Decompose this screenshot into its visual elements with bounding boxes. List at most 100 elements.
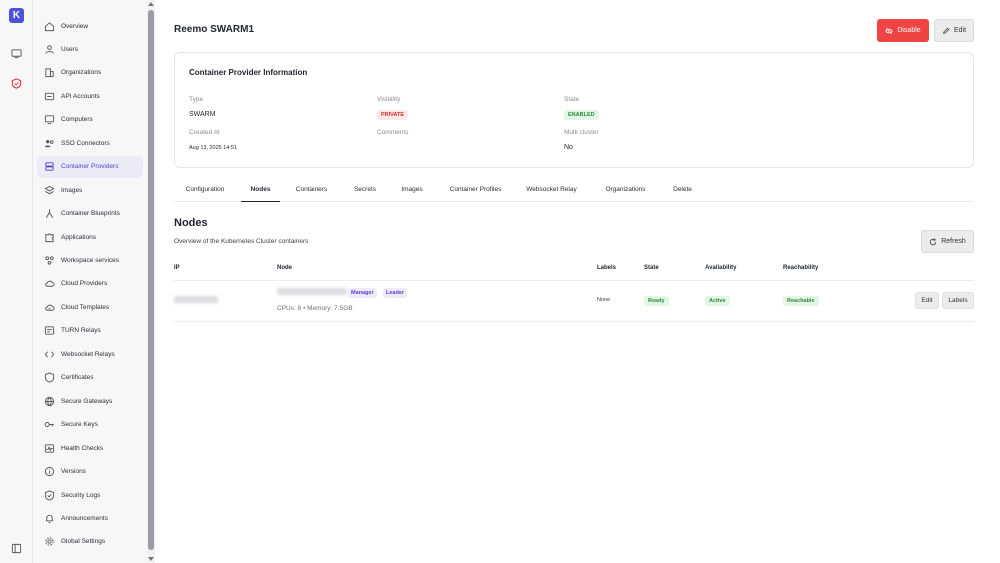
page-title: Reemo SWARM1 xyxy=(174,24,255,35)
nodes-title: Nodes xyxy=(174,217,208,229)
sidebar-item-overview[interactable]: Overview xyxy=(37,15,143,37)
disable-button[interactable]: Disable xyxy=(877,19,929,42)
eye-off-icon xyxy=(885,27,893,34)
sidebar-item-label: Organizations xyxy=(61,69,102,77)
cloud-icon xyxy=(44,278,55,289)
multicluster-value: No xyxy=(564,144,573,151)
scroll-down-icon[interactable] xyxy=(148,557,154,561)
sidebar-item-label: Health Checks xyxy=(61,444,104,452)
home-icon xyxy=(44,21,55,32)
sidebar-item-label: Versions xyxy=(61,468,86,476)
tab-organizations[interactable]: Organizations xyxy=(592,177,659,202)
tab-delete[interactable]: Delete xyxy=(664,177,701,202)
sidebar-scrollbar[interactable] xyxy=(147,0,155,563)
sidebar-item-organizations[interactable]: Organizations xyxy=(37,62,143,84)
row-edit-button[interactable]: Edit xyxy=(915,292,939,309)
disable-label: Disable xyxy=(897,27,921,34)
sidebar-item-container-blueprints[interactable]: Container Blueprints xyxy=(37,203,143,225)
puzzle-icon xyxy=(44,232,55,243)
sidebar-item-security-logs[interactable]: Security Logs xyxy=(37,484,143,506)
reachability-pill: Reachable xyxy=(783,296,819,306)
refresh-button[interactable]: Refresh xyxy=(921,230,974,253)
tab-websocket-relay[interactable]: Websocket Relay xyxy=(517,177,586,202)
sidebar-item-label: TURN Relays xyxy=(61,327,101,335)
type-value: SWARM xyxy=(189,111,216,118)
scrollbar-thumb[interactable] xyxy=(148,10,154,550)
sidebar-item-label: Certificates xyxy=(61,374,94,382)
sidebar-item-label: SSO Connectors xyxy=(61,139,110,147)
edit-button[interactable]: Edit xyxy=(934,19,974,42)
sidebar-item-versions[interactable]: Versions xyxy=(37,461,143,483)
col-ip: IP xyxy=(174,265,180,271)
tab-configuration[interactable]: Configuration xyxy=(174,177,236,202)
sidebar-item-label: Computers xyxy=(61,116,93,124)
services-icon xyxy=(44,255,55,266)
header-divider xyxy=(174,280,974,281)
refresh-icon xyxy=(930,238,937,245)
leader-tag: Leader xyxy=(383,288,408,298)
tab-nodes[interactable]: Nodes xyxy=(241,177,280,202)
state-badge: ENABLED xyxy=(564,110,599,120)
monitor-rail-icon[interactable] xyxy=(8,45,25,62)
blueprint-icon xyxy=(44,208,55,219)
sidebar: Overview Users Organizations API Accounts Co… xyxy=(33,0,148,563)
sidebar-item-label: Container Blueprints xyxy=(61,210,120,218)
tab-container-profiles[interactable]: Container Profiles xyxy=(439,177,512,202)
sidebar-item-label: Workspace services xyxy=(61,257,120,264)
visibility-label: Visibility xyxy=(377,96,401,103)
app-logo[interactable]: K xyxy=(9,8,24,23)
sidebar-item-websocket-relays[interactable]: Websocket Relays xyxy=(37,343,143,365)
multicluster-label: Multi cluster xyxy=(564,129,599,136)
sidebar-item-secure-gateways[interactable]: Secure Gateways xyxy=(37,390,143,412)
bell-icon xyxy=(44,513,55,524)
key-icon xyxy=(44,419,55,430)
sidebar-item-cloud-templates[interactable]: Cloud Templates xyxy=(37,296,143,318)
monitor-icon xyxy=(44,114,55,125)
state-label: State xyxy=(564,96,580,103)
sidebar-item-label: Users xyxy=(61,45,78,53)
ip-redacted xyxy=(174,296,218,303)
tab-images[interactable]: Images xyxy=(390,177,434,202)
sidebar-item-sso-connectors[interactable]: SSO Connectors xyxy=(37,132,143,154)
sidebar-item-workspace-services[interactable]: Workspace services xyxy=(37,250,143,272)
sidebar-item-health-checks[interactable]: Health Checks xyxy=(37,437,143,459)
app-rail: K xyxy=(0,0,33,563)
sidebar-item-container-providers[interactable]: Container Providers xyxy=(37,155,143,178)
cloud-template-icon xyxy=(44,302,55,313)
sidebar-item-turn-relays[interactable]: TURN Relays xyxy=(37,320,143,342)
col-labels: Labels xyxy=(597,265,617,271)
sidebar-item-label: Secure Keys xyxy=(61,421,98,429)
row-divider xyxy=(174,321,974,322)
nodes-subtitle: Overview of the Kubernetes Cluster conta… xyxy=(174,238,309,245)
sidebar-item-label: Cloud Templates xyxy=(61,303,110,311)
admin-shield-rail-icon[interactable] xyxy=(8,75,25,92)
shield-icon xyxy=(44,489,55,501)
sidebar-item-cloud-providers[interactable]: Cloud Providers xyxy=(37,273,143,295)
tab-bar: Configuration Nodes Containers Secrets I… xyxy=(174,177,974,202)
comments-label: Comments xyxy=(377,129,409,136)
tab-secrets[interactable]: Secrets xyxy=(344,177,386,202)
sidebar-item-secure-keys[interactable]: Secure Keys xyxy=(37,414,143,436)
card-title: Container Provider Information xyxy=(189,68,308,77)
row-labels-button[interactable]: Labels xyxy=(942,292,974,309)
sidebar-item-label: Applications xyxy=(61,233,97,241)
availability-pill: Active xyxy=(705,296,730,306)
created-label: Created At xyxy=(189,129,220,136)
sidebar-item-label: Images xyxy=(61,186,83,194)
sidebar-item-global-settings[interactable]: Global Settings xyxy=(37,531,143,553)
sidebar-item-certificates[interactable]: Certificates xyxy=(37,367,143,389)
collapse-sidebar-icon[interactable] xyxy=(8,540,25,557)
health-icon xyxy=(44,443,55,454)
sidebar-item-images[interactable]: Images xyxy=(37,179,143,201)
sidebar-item-announcements[interactable]: Announcements xyxy=(37,507,143,529)
type-label: Type xyxy=(189,96,204,103)
sidebar-item-applications[interactable]: Applications xyxy=(37,226,143,248)
scroll-up-icon[interactable] xyxy=(148,2,154,6)
sidebar-item-computers[interactable]: Computers xyxy=(37,109,143,131)
sidebar-item-users[interactable]: Users xyxy=(37,38,143,60)
tab-containers[interactable]: Containers xyxy=(284,177,339,202)
sidebar-item-api-accounts[interactable]: API Accounts xyxy=(37,85,143,107)
pencil-icon xyxy=(943,27,950,34)
col-reachability: Reachability xyxy=(783,265,819,271)
code-icon xyxy=(44,349,55,360)
